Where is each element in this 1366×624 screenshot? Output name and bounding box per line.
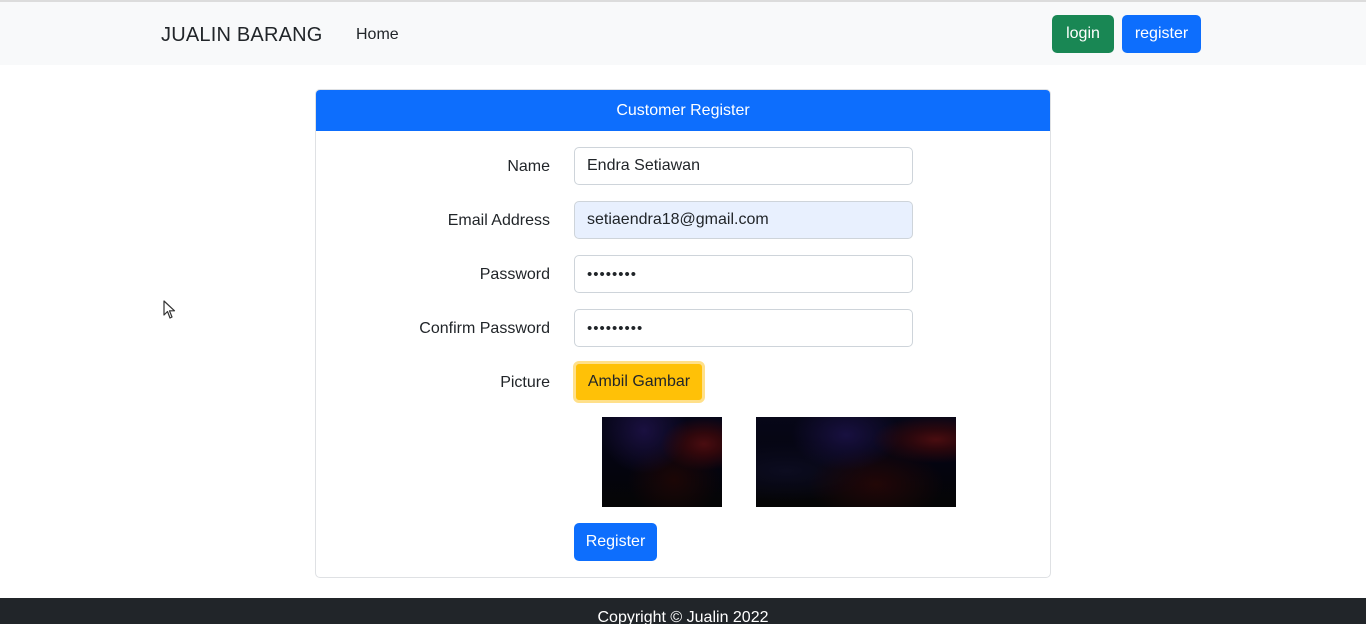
email-input[interactable]: setiaendra18@gmail.com bbox=[574, 201, 913, 239]
camera-preview bbox=[602, 417, 722, 507]
brand-logo[interactable]: JUALIN BARANG bbox=[161, 24, 323, 47]
password-input[interactable]: •••••••• bbox=[574, 255, 913, 293]
picture-label: Picture bbox=[500, 374, 550, 391]
take-picture-button[interactable]: Ambil Gambar bbox=[573, 361, 705, 403]
register-card: Customer Register Name Endra Setiawan Em… bbox=[315, 89, 1051, 578]
login-button[interactable]: login bbox=[1052, 15, 1114, 53]
register-nav-button[interactable]: register bbox=[1122, 15, 1201, 53]
footer: Copyright © Jualin 2022 bbox=[0, 598, 1366, 624]
email-label: Email Address bbox=[447, 212, 550, 229]
name-input-value: Endra Setiawan bbox=[587, 157, 700, 174]
email-input-value: setiaendra18@gmail.com bbox=[587, 211, 769, 228]
mouse-cursor-icon bbox=[163, 300, 176, 319]
confirm-password-input-value: ••••••••• bbox=[587, 319, 644, 337]
navbar: JUALIN BARANG Home login register bbox=[0, 2, 1366, 65]
name-label: Name bbox=[507, 158, 550, 175]
name-input[interactable]: Endra Setiawan bbox=[574, 147, 913, 185]
nav-link-home[interactable]: Home bbox=[356, 26, 399, 44]
password-input-value: •••••••• bbox=[587, 265, 638, 283]
copyright-text: Copyright © Jualin 2022 bbox=[597, 609, 769, 624]
password-label: Password bbox=[479, 266, 550, 283]
register-submit-button[interactable]: Register bbox=[574, 523, 657, 561]
card-header: Customer Register bbox=[316, 90, 1050, 131]
confirm-password-label: Confirm Password bbox=[419, 320, 550, 337]
confirm-password-input[interactable]: ••••••••• bbox=[574, 309, 913, 347]
captured-picture-preview bbox=[756, 417, 956, 507]
